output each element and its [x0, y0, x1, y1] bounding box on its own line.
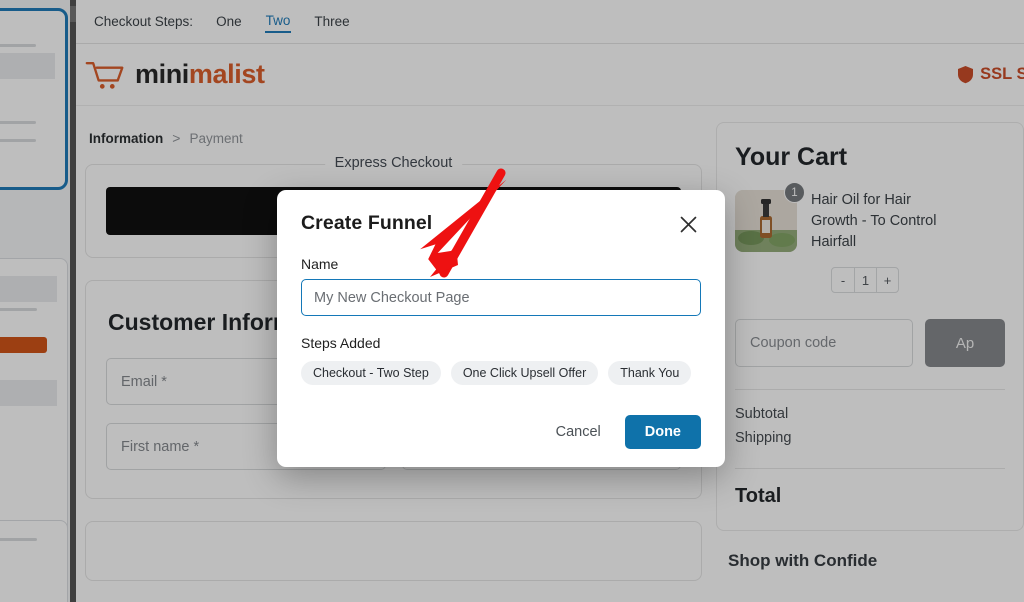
shipping-panel: [85, 521, 702, 581]
subtotal-label: Subtotal: [735, 406, 789, 423]
step-option-one[interactable]: One: [215, 11, 243, 32]
breadcrumb-information[interactable]: Information: [89, 131, 163, 146]
ssl-secure-text: SSL Secu: [980, 65, 1024, 83]
shop-with-confidence-note: Shop with Confide: [728, 551, 878, 571]
shield-icon: [958, 66, 974, 84]
screen: ge sell: [0, 0, 1024, 602]
steps-added-label: Steps Added: [301, 335, 381, 351]
close-icon[interactable]: [675, 211, 701, 237]
total-label: Total: [735, 485, 782, 508]
shopping-cart-icon: [85, 61, 124, 89]
rail-scrollbar[interactable]: [70, 0, 76, 602]
quantity-decrease-button[interactable]: -: [832, 268, 854, 292]
breadcrumb-separator-icon: >: [172, 130, 181, 146]
template-thumbnail-card[interactable]: [0, 8, 68, 190]
template-thumbnail-card[interactable]: [0, 520, 68, 602]
name-field-label: Name: [301, 256, 339, 272]
shipping-label: Shipping: [735, 430, 792, 447]
product-name: Hair Oil for Hair Growth - To Control Ha…: [811, 192, 937, 251]
dialog-title: Create Funnel: [301, 212, 433, 234]
breadcrumb: Information > Payment: [89, 130, 702, 146]
divider: [735, 389, 1005, 391]
step-chip-checkout: Checkout - Two Step: [301, 361, 441, 385]
cart-line-item: 1 Hair Oil for Hair Growth - To Control …: [735, 182, 1005, 253]
breadcrumb-payment[interactable]: Payment: [189, 131, 242, 146]
step-chip-upsell: One Click Upsell Offer: [450, 361, 599, 385]
express-checkout-legend: Express Checkout: [324, 155, 463, 171]
checkout-steps-bar: Checkout Steps: One Two Three: [76, 0, 1024, 44]
done-button[interactable]: Done: [624, 415, 701, 449]
brand-name-accent: malist: [188, 59, 265, 89]
brand-bar: minimalist SSL Secu: [76, 44, 1024, 106]
create-funnel-dialog: Create Funnel Name Steps Added Checkout …: [277, 190, 725, 467]
scrollbar-thumb[interactable]: [70, 6, 76, 22]
quantity-stepper[interactable]: - 1 +: [831, 267, 899, 294]
checkout-steps-label: Checkout Steps:: [94, 14, 194, 29]
template-label-0: ge: [0, 196, 68, 218]
quantity-increase-button[interactable]: +: [876, 268, 898, 293]
funnel-name-input[interactable]: [301, 279, 701, 316]
ssl-secure-badge: SSL Secu: [957, 65, 1024, 84]
cart-summary-card: Your Cart 1 Hair Oil for Hair Growth - T…: [716, 122, 1024, 532]
step-chip-thank-you: Thank You: [608, 361, 692, 385]
brand-name-primary: mini: [135, 59, 189, 89]
quantity-value: 1: [854, 268, 876, 293]
cancel-button[interactable]: Cancel: [546, 416, 611, 448]
template-label-1: sell: [0, 452, 68, 474]
step-option-two[interactable]: Two: [264, 10, 292, 33]
coupon-code-input[interactable]: Coupon code: [735, 319, 913, 368]
template-list-rail[interactable]: ge sell: [0, 0, 70, 602]
steps-added-chips: Checkout - Two Step One Click Upsell Off…: [301, 361, 701, 385]
step-option-three[interactable]: Three: [313, 11, 350, 32]
divider: [735, 468, 1005, 470]
cart-title: Your Cart: [735, 143, 848, 171]
brand-logo[interactable]: minimalist: [85, 59, 265, 91]
quantity-badge: 1: [784, 182, 805, 203]
apply-coupon-button[interactable]: Ap: [925, 319, 1005, 368]
